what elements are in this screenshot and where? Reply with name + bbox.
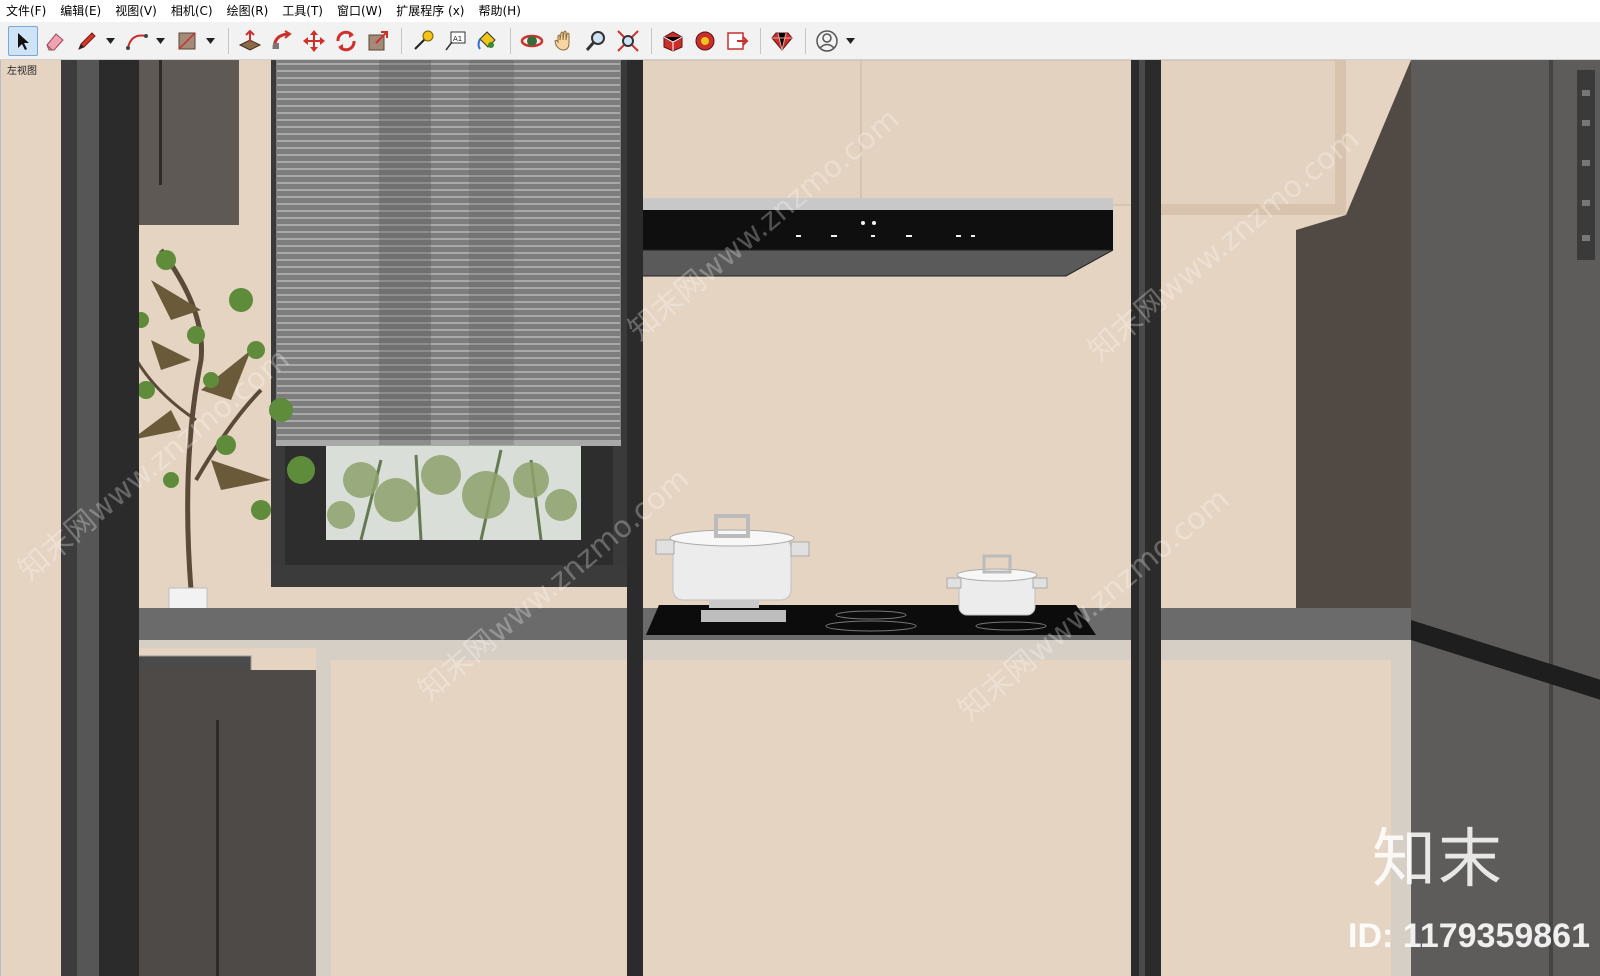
paint-bucket-tool-button[interactable] — [472, 26, 502, 56]
scene-label: 左视图 — [7, 66, 37, 77]
zoom-extents-tool-button[interactable] — [613, 26, 643, 56]
scale-tool-button[interactable] — [363, 26, 393, 56]
toolbar-separator — [651, 27, 652, 54]
chevron-down-icon — [105, 37, 115, 44]
shape-tool-button[interactable] — [172, 26, 202, 56]
menu-edit[interactable]: 编辑(E) — [60, 0, 109, 22]
orbit-tool-button[interactable] — [517, 26, 547, 56]
text-label-icon: A1 — [445, 31, 466, 50]
left-base-cabinet — [136, 670, 321, 976]
frame-post-3 — [627, 60, 643, 976]
zoom-tool-button[interactable] — [581, 26, 611, 56]
layout-icon — [727, 31, 749, 50]
line-tool-button[interactable] — [72, 26, 102, 56]
move-tool-button[interactable] — [299, 26, 329, 56]
push-pull-tool-button[interactable] — [235, 26, 265, 56]
orbit-icon — [520, 34, 544, 47]
cursor-arrow-icon — [18, 32, 29, 50]
extension-warehouse-icon — [695, 31, 715, 50]
upper-cabinet-left — [640, 60, 862, 201]
main-toolbar: A1 — [0, 22, 1600, 60]
move-arrows-icon — [303, 29, 325, 52]
tape-measure-tool-button[interactable] — [408, 26, 438, 56]
zoom-extents-icon — [617, 29, 639, 52]
base-cabinet-doors — [331, 660, 1391, 976]
chevron-down-icon — [205, 37, 215, 44]
frame-post-1 — [61, 60, 77, 976]
toolbar-separator — [510, 27, 511, 54]
left-upper-cabinet — [127, 60, 239, 225]
toolbar-separator — [228, 27, 229, 54]
tape-measure-icon — [414, 30, 434, 50]
magnifier-icon — [585, 30, 605, 51]
ruby-gem-icon — [771, 32, 793, 51]
shape-tool-dropdown[interactable] — [204, 26, 216, 56]
menu-file[interactable]: 文件(F) — [6, 0, 54, 22]
user-circle-icon — [816, 29, 838, 52]
rotate-icon — [336, 30, 356, 51]
push-pull-icon — [238, 29, 262, 51]
brand-id: ID: 1179359861 — [1348, 917, 1590, 955]
follow-me-tool-button[interactable] — [267, 26, 297, 56]
3d-warehouse-button[interactable] — [658, 26, 688, 56]
pencil-icon — [78, 31, 96, 50]
arc-tool-dropdown[interactable] — [154, 26, 166, 56]
menu-extensions[interactable]: 扩展程序 (x) — [396, 0, 472, 22]
sketchup-window: 文件(F) 编辑(E) 视图(V) 相机(C) 绘图(R) 工具(T) 窗口(W… — [0, 0, 1600, 976]
frame-post-2 — [99, 60, 139, 976]
menu-tools[interactable]: 工具(T) — [282, 0, 331, 22]
svg-text:A1: A1 — [453, 35, 462, 43]
rotate-tool-button[interactable] — [331, 26, 361, 56]
warehouse-icon — [663, 30, 683, 52]
brand-logo: 知末 — [1372, 823, 1504, 897]
ruby-console-button[interactable] — [767, 26, 797, 56]
menu-camera[interactable]: 相机(C) — [171, 0, 221, 22]
select-tool-button[interactable] — [8, 25, 38, 56]
range-hood — [640, 198, 1114, 277]
chevron-down-icon — [845, 37, 855, 44]
chevron-down-icon — [155, 37, 165, 44]
arc-icon — [126, 33, 148, 50]
text-tool-button[interactable]: A1 — [440, 26, 470, 56]
pan-tool-button[interactable] — [549, 26, 579, 56]
menu-draw[interactable]: 绘图(R) — [227, 0, 277, 22]
eraser-icon — [46, 32, 64, 50]
arc-tool-button[interactable] — [122, 26, 152, 56]
toolbar-separator — [760, 27, 761, 54]
line-tool-dropdown[interactable] — [104, 26, 116, 56]
frame-post-4 — [1131, 60, 1161, 976]
extension-warehouse-button[interactable] — [690, 26, 720, 56]
eraser-tool-button[interactable] — [40, 26, 70, 56]
scale-icon — [368, 30, 388, 50]
account-button[interactable] — [812, 26, 842, 56]
toolbar-separator — [805, 27, 806, 54]
account-dropdown[interactable] — [844, 26, 856, 56]
upper-cabinet-right — [860, 60, 1337, 206]
toolbar-separator — [401, 27, 402, 54]
menu-help[interactable]: 帮助(H) — [478, 0, 528, 22]
menu-view[interactable]: 视图(V) — [115, 0, 165, 22]
follow-me-icon — [272, 29, 292, 49]
send-to-layout-button[interactable] — [722, 26, 752, 56]
menu-window[interactable]: 窗口(W) — [337, 0, 390, 22]
paint-bucket-icon — [477, 30, 496, 50]
model-viewport[interactable]: 左视图 知末网www.znzmo.com 知末网www.znzmo.com 知末… — [0, 60, 1600, 976]
menu-bar: 文件(F) 编辑(E) 视图(V) 相机(C) 绘图(R) 工具(T) 窗口(W… — [0, 0, 1600, 22]
rectangle-icon — [178, 31, 196, 50]
kitchen-scene — [1, 60, 1600, 976]
hand-icon — [554, 30, 570, 51]
